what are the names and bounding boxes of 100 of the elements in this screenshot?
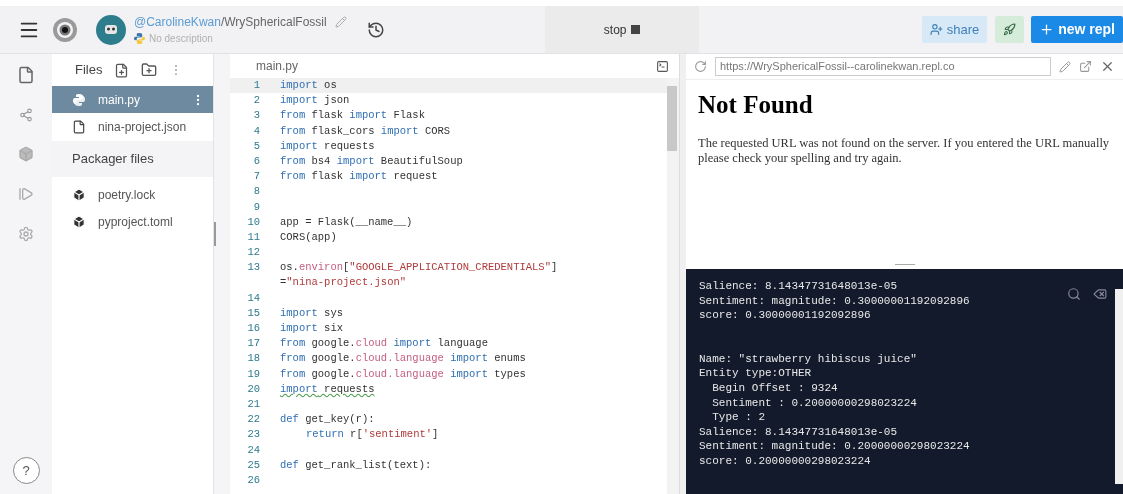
file-icon: [72, 119, 86, 134]
python-icon: [72, 92, 86, 107]
line-number: 12: [247, 245, 260, 261]
console-line: Salience: 8.14347731648013e-05: [699, 279, 899, 294]
rocket-button[interactable]: [995, 16, 1025, 43]
line-number: 11: [247, 229, 260, 245]
code-line: from google.cloud import language: [280, 336, 488, 352]
file-item[interactable]: poetry.lock: [52, 181, 213, 208]
line-number: 14: [247, 290, 260, 306]
file-item[interactable]: main.py: [52, 86, 213, 113]
external-link-icon[interactable]: [1079, 60, 1092, 73]
code-line: app = Flask(__name__): [280, 214, 413, 230]
file-name: pyproject.toml: [98, 213, 174, 231]
code-line: import os: [280, 78, 337, 93]
line-number: 22: [247, 412, 260, 428]
pencil-icon[interactable]: [1059, 60, 1071, 73]
console-line: Sentiment: magnitude: 0.20000000298023224: [699, 439, 971, 454]
package-icon: [72, 214, 86, 229]
python-icon: [134, 33, 145, 44]
line-number: 19: [247, 366, 260, 382]
help-button[interactable]: ?: [12, 457, 40, 484]
clear-icon[interactable]: [1093, 287, 1107, 301]
rocket-icon: [1003, 23, 1017, 36]
console-toggle-icon[interactable]: [656, 59, 669, 73]
line-number: 8: [253, 184, 260, 200]
add-file-icon[interactable]: [114, 62, 130, 78]
line-number: 18: [247, 351, 260, 367]
stop-square-icon: [630, 25, 640, 34]
editor-tab[interactable]: main.py: [256, 57, 656, 75]
code-line: def get_key(r):: [280, 412, 375, 428]
console-line: score: 0.30000001192092896: [699, 308, 872, 323]
line-number: 25: [247, 457, 260, 473]
code-line: import requests: [280, 381, 375, 397]
stop-button[interactable]: stop: [544, 6, 699, 53]
line-number: 5: [253, 138, 260, 154]
line-number: 26: [247, 472, 260, 488]
code-line: from flask import request: [280, 169, 438, 185]
line-number: 3: [253, 108, 260, 124]
code-line: return r['sentiment']: [306, 427, 439, 443]
line-number: 7: [253, 169, 260, 185]
code-line: ="nina-project.json": [280, 275, 407, 291]
code-line: from flask_cors import CORS: [280, 123, 451, 139]
line-number: 24: [247, 442, 260, 458]
line-number: 2: [253, 93, 260, 109]
description-text: No description: [149, 32, 213, 46]
avatar-icon: [96, 14, 126, 45]
cube-icon[interactable]: [18, 146, 34, 162]
console-line: Type : 2: [711, 410, 766, 425]
file-name: nina-project.json: [98, 118, 188, 136]
file-icon[interactable]: [17, 66, 35, 84]
code-line: from google.cloud.language import enums: [280, 351, 526, 367]
reload-icon[interactable]: [694, 60, 707, 73]
code-line: from google.cloud.language import types: [280, 366, 526, 382]
add-user-icon: [929, 23, 943, 36]
console-line: Sentiment : 0.20000000298023224: [711, 395, 918, 411]
nodes-icon[interactable]: [19, 108, 33, 122]
plus-icon: [1039, 22, 1055, 37]
repl-name: /WrySphericalFossil: [220, 14, 327, 31]
code-line: CORS(app): [280, 229, 337, 245]
code-line: import requests: [280, 138, 375, 154]
packager-title: Packager files: [72, 150, 154, 169]
new-repl-button[interactable]: new repl: [1031, 16, 1123, 43]
search-icon[interactable]: [1067, 287, 1081, 301]
code-line: from bs4 import BeautifulSoup: [280, 153, 463, 169]
add-folder-icon[interactable]: [141, 62, 158, 78]
pencil-icon[interactable]: [334, 16, 347, 28]
code-line: import json: [280, 93, 350, 109]
file-name: main.py: [98, 91, 142, 109]
spiral-logo-icon[interactable]: [52, 16, 78, 43]
code-line: import six: [280, 321, 344, 336]
console-line: Begin Offset : 9324: [711, 380, 839, 396]
line-number: 20: [247, 381, 260, 397]
line-number: 9: [253, 199, 260, 215]
line-number: 23: [247, 427, 260, 443]
console-line: Entity type:OTHER: [699, 366, 813, 381]
scrollbar-thumb[interactable]: [667, 86, 677, 151]
line-number: 10: [247, 214, 260, 230]
resize-handle[interactable]: [214, 222, 216, 246]
line-number: 15: [247, 305, 260, 321]
line-number: 17: [247, 336, 260, 352]
close-icon[interactable]: [1100, 59, 1115, 74]
line-number: 1: [253, 78, 260, 93]
file-name: poetry.lock: [98, 186, 157, 204]
console-line: Sentiment: magnitude: 0.30000001192092896: [699, 293, 971, 309]
code-line: os.environ["GOOGLE_APPLICATION_CREDENTIALS"]: [280, 260, 558, 276]
page-message: The requested URL was not found on the server. If you entered the URL manually please check your spelling and try again.: [698, 135, 1111, 166]
files-title: Files: [75, 61, 103, 80]
file-item[interactable]: pyproject.toml: [52, 208, 213, 235]
play-icon[interactable]: [18, 186, 34, 202]
history-icon[interactable]: [366, 20, 385, 39]
line-number: 13: [247, 260, 260, 276]
code-line: def get_rank_list(text):: [280, 457, 432, 473]
console-line: score: 0.20000000298023224: [699, 453, 872, 469]
code-line: from flask import Flask: [280, 108, 425, 124]
line-number: 6: [253, 153, 260, 169]
page-heading: Not Found: [698, 90, 814, 120]
url-field[interactable]: https://WrySphericalFossil--carolinekwan.repl.co: [715, 57, 1051, 76]
file-item[interactable]: nina-project.json: [52, 113, 213, 140]
share-button[interactable]: share: [921, 16, 988, 43]
settings-icon[interactable]: [18, 226, 34, 242]
